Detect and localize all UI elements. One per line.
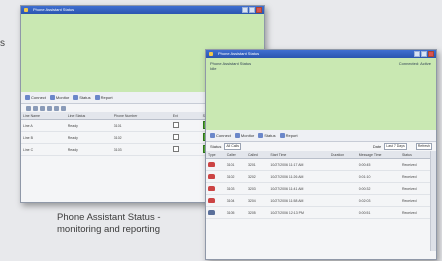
table-row[interactable]: 3101 3201 10/27/2006 11:17 AM 0:00:45 Re…	[206, 158, 430, 171]
tool-icon[interactable]	[26, 105, 31, 111]
column-header[interactable]: Ext	[170, 112, 193, 120]
caption-line: monitoring and reporting	[57, 224, 160, 235]
clipped-edge-text: s	[0, 38, 5, 49]
caption-line: Phone Assistant Status -	[57, 212, 161, 223]
maximize-button[interactable]	[249, 7, 255, 13]
column-header[interactable]: Phone Number	[111, 112, 171, 120]
filter-label: Status	[210, 144, 222, 149]
column-header[interactable]: Duration	[328, 151, 357, 159]
column-header[interactable]: Status	[399, 151, 430, 159]
tool-icon[interactable]	[54, 105, 59, 111]
app-icon	[24, 8, 28, 12]
column-header[interactable]	[192, 112, 201, 120]
phone-icon	[208, 185, 215, 191]
screenshot-caption: Phone Assistant Status - monitoring and …	[57, 212, 207, 236]
column-header[interactable]: Line Status	[65, 112, 112, 120]
monitor-button[interactable]: Monitor	[49, 95, 69, 100]
front-window: Phone Assistant Status Phone Assistant S…	[205, 49, 437, 260]
connection-status: Connected: Active	[398, 61, 431, 66]
tool-icon[interactable]	[40, 105, 45, 111]
connect-icon	[25, 95, 30, 100]
date-label: Date	[372, 144, 382, 149]
column-header[interactable]: Line Name	[21, 112, 66, 120]
close-button[interactable]	[428, 51, 434, 57]
date-select[interactable]: Last 7 Days	[384, 143, 407, 150]
report-icon	[279, 133, 285, 138]
tool-icon[interactable]	[61, 105, 66, 111]
connect-button[interactable]: Connect	[210, 133, 231, 138]
monitor-icon	[49, 95, 55, 100]
phone-icon	[208, 197, 215, 203]
report-icon	[94, 95, 100, 100]
status-icon	[258, 133, 264, 138]
connect-button[interactable]: Connect	[25, 95, 46, 100]
column-header[interactable]: Type	[206, 151, 225, 159]
calls-table: Type Caller Called Start Time Duration M…	[206, 151, 430, 219]
front-window-titlebar: Phone Assistant Status	[206, 50, 436, 58]
phone-icon	[208, 161, 215, 167]
window-controls	[242, 7, 262, 13]
minimize-button[interactable]	[242, 7, 248, 13]
status-panel: Phone Assistant Status Idle Connected: A…	[206, 58, 436, 130]
tool-icon[interactable]	[33, 105, 38, 111]
column-header[interactable]: Message Time	[356, 151, 400, 159]
table-row[interactable]: 3104 3204 10/27/2006 11:58 AM 0:02:03 Re…	[206, 194, 430, 207]
column-header[interactable]: Called	[245, 151, 269, 159]
phone-hangup-icon	[208, 209, 215, 215]
front-toolbar: Connect Monitor Status Report	[206, 130, 436, 142]
table-row[interactable]: 3105 3205 10/27/2006 12:13 PM 0:00:51 Re…	[206, 206, 430, 219]
close-button[interactable]	[256, 7, 262, 13]
window-controls	[414, 51, 434, 57]
vertical-scrollbar[interactable]	[430, 151, 436, 251]
report-button[interactable]: Report	[279, 133, 298, 138]
row-checkbox[interactable]	[172, 134, 179, 140]
status-button[interactable]: Status	[258, 133, 276, 138]
calls-table-area: Type Caller Called Start Time Duration M…	[206, 151, 436, 251]
monitor-icon	[234, 133, 240, 138]
app-icon	[209, 52, 213, 56]
minimize-button[interactable]	[414, 51, 420, 57]
phone-icon	[208, 173, 215, 179]
tool-icon[interactable]	[47, 105, 52, 111]
back-window-title: Phone Assistant Status	[33, 7, 75, 12]
status-button[interactable]: Status	[73, 95, 91, 100]
status-icon	[73, 95, 79, 100]
table-row[interactable]: 3102 3202 10/27/2006 11:26 AM 0:01:10 Re…	[206, 170, 430, 183]
filter-bar: Status All Calls Date Last 7 Days Refres…	[206, 142, 436, 151]
row-checkbox[interactable]	[172, 146, 179, 152]
column-header[interactable]: Start Time	[268, 151, 329, 159]
table-row[interactable]: 3103 3203 10/27/2006 11:41 AM 0:00:32 Re…	[206, 182, 430, 195]
status-panel-heading: Phone Assistant Status Idle	[210, 61, 252, 71]
front-window-title: Phone Assistant Status	[218, 51, 260, 56]
back-window-titlebar: Phone Assistant Status	[21, 6, 264, 14]
refresh-button[interactable]: Refresh	[415, 143, 432, 150]
filter-select[interactable]: All Calls	[224, 143, 241, 150]
connect-icon	[210, 133, 215, 138]
row-checkbox[interactable]	[172, 122, 179, 128]
monitor-button[interactable]: Monitor	[234, 133, 254, 138]
maximize-button[interactable]	[421, 51, 427, 57]
column-header[interactable]: Caller	[224, 151, 246, 159]
report-button[interactable]: Report	[94, 95, 113, 100]
